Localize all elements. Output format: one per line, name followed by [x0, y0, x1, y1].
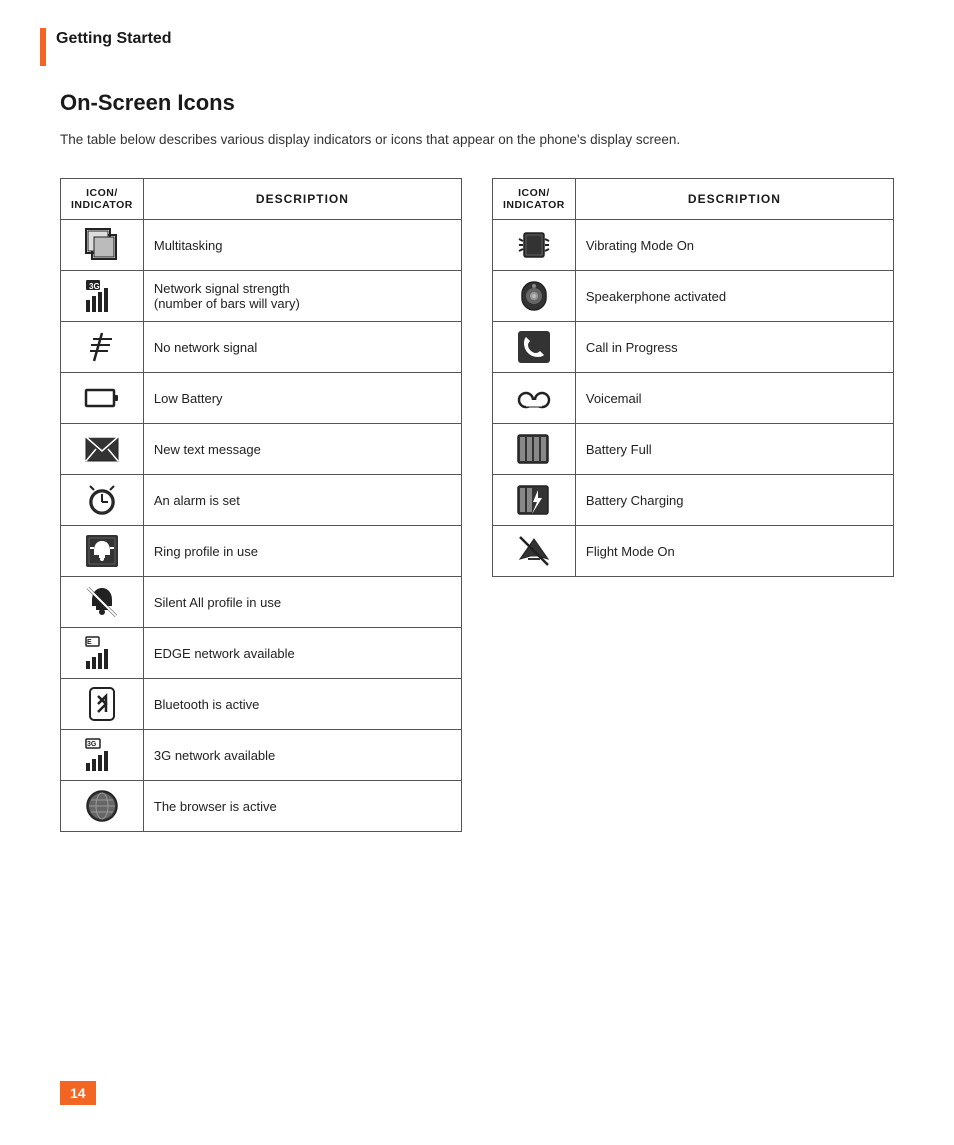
table-row: Vibrating Mode On [493, 220, 894, 271]
right-icon-header: ICON/INDICATOR [493, 179, 576, 220]
table-row: Voicemail [493, 373, 894, 424]
desc-cell: Speakerphone activated [575, 271, 893, 322]
call-in-progress-icon [516, 329, 552, 365]
table-row: Battery Charging [493, 475, 894, 526]
table-row: The browser is active [61, 781, 462, 832]
desc-cell: EDGE network available [143, 628, 461, 679]
no-network-icon [84, 329, 120, 365]
table-row: Flight Mode On [493, 526, 894, 577]
desc-cell: The browser is active [143, 781, 461, 832]
flight-mode-icon [516, 533, 552, 569]
multitasking-icon [84, 227, 120, 263]
battery-full-icon [516, 431, 552, 467]
icon-cell [493, 322, 576, 373]
page-title: On-Screen Icons [60, 90, 894, 116]
table-row: 3G 3G network available [61, 730, 462, 781]
right-desc-header: DESCRIPTION [575, 179, 893, 220]
icon-cell [61, 679, 144, 730]
desc-cell: New text message [143, 424, 461, 475]
table-row: No network signal [61, 322, 462, 373]
icon-cell [493, 526, 576, 577]
section-title: Getting Started [56, 30, 172, 48]
icon-cell [493, 220, 576, 271]
svg-text:E: E [87, 639, 92, 646]
left-icon-table: ICON/INDICATOR DESCRIPTION Mult [60, 178, 462, 832]
icon-cell [61, 781, 144, 832]
edge-network-icon: E [84, 635, 120, 671]
desc-cell: Vibrating Mode On [575, 220, 893, 271]
table-row: Ring profile in use [61, 526, 462, 577]
table-row: Speakerphone activated [493, 271, 894, 322]
icon-cell [61, 373, 144, 424]
browser-icon [84, 788, 120, 824]
desc-cell: Battery Full [575, 424, 893, 475]
vibrating-mode-icon [516, 227, 552, 263]
table-row: Battery Full [493, 424, 894, 475]
left-desc-header: DESCRIPTION [143, 179, 461, 220]
svg-text:3G: 3G [87, 741, 97, 748]
desc-cell: Voicemail [575, 373, 893, 424]
battery-charging-icon [516, 482, 552, 518]
icon-cell [493, 373, 576, 424]
desc-cell: Low Battery [143, 373, 461, 424]
desc-cell: Flight Mode On [575, 526, 893, 577]
alarm-icon [84, 482, 120, 518]
table-row: 3G Network signal strength(number of bar… [61, 271, 462, 322]
bluetooth-icon [84, 686, 120, 722]
desc-cell: Call in Progress [575, 322, 893, 373]
intro-paragraph: The table below describes various displa… [60, 130, 880, 150]
3g-network-icon: 3G [84, 737, 120, 773]
desc-cell: Silent All profile in use [143, 577, 461, 628]
table-row: An alarm is set [61, 475, 462, 526]
icon-cell [61, 577, 144, 628]
network-signal-icon: 3G [84, 278, 120, 314]
desc-cell: Multitasking [143, 220, 461, 271]
icon-cell [493, 271, 576, 322]
table-row: Multitasking [61, 220, 462, 271]
desc-cell: Network signal strength(number of bars w… [143, 271, 461, 322]
ring-profile-icon [84, 533, 120, 569]
icon-cell [493, 424, 576, 475]
desc-cell: Battery Charging [575, 475, 893, 526]
icon-cell [61, 526, 144, 577]
svg-text:3G: 3G [89, 282, 100, 291]
orange-accent-bar [40, 28, 46, 66]
table-row: Low Battery [61, 373, 462, 424]
table-row: New text message [61, 424, 462, 475]
desc-cell: Bluetooth is active [143, 679, 461, 730]
icon-cell [61, 220, 144, 271]
low-battery-icon [84, 380, 120, 416]
tables-container: ICON/INDICATOR DESCRIPTION Mult [60, 178, 894, 832]
page-number: 14 [60, 1081, 96, 1105]
icon-cell: E [61, 628, 144, 679]
right-icon-table: ICON/INDICATOR DESCRIPTION [492, 178, 894, 577]
icon-cell [61, 322, 144, 373]
silent-all-icon [84, 584, 120, 620]
icon-cell [61, 424, 144, 475]
voicemail-icon [516, 380, 552, 416]
icon-cell [61, 475, 144, 526]
table-row: Call in Progress [493, 322, 894, 373]
desc-cell: An alarm is set [143, 475, 461, 526]
table-row: Bluetooth is active [61, 679, 462, 730]
desc-cell: No network signal [143, 322, 461, 373]
table-row: E EDGE network available [61, 628, 462, 679]
desc-cell: Ring profile in use [143, 526, 461, 577]
table-row: Silent All profile in use [61, 577, 462, 628]
icon-cell [493, 475, 576, 526]
left-icon-header: ICON/INDICATOR [61, 179, 144, 220]
icon-cell: 3G [61, 730, 144, 781]
desc-cell: 3G network available [143, 730, 461, 781]
new-text-message-icon [84, 431, 120, 467]
speakerphone-icon [516, 278, 552, 314]
icon-cell: 3G [61, 271, 144, 322]
